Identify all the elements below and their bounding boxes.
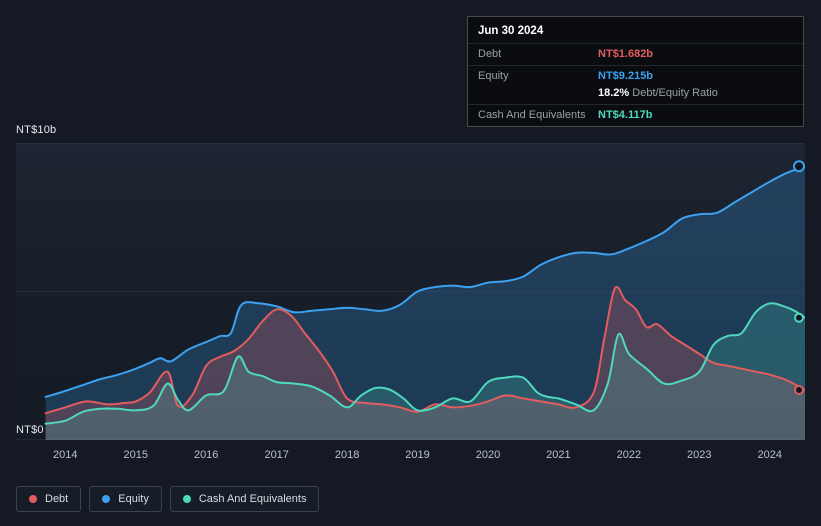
tooltip-ratio: 18.2% Debt/Equity Ratio xyxy=(598,87,793,99)
x-axis: 2014 2015 2016 2017 2018 2019 2020 2021 2022 2023… xyxy=(0,449,821,463)
debt-equity-history-panel: NT$10b NT$0 2014 2015 2016 2017 2018 2019 2020… xyxy=(0,0,821,526)
tooltip-row-equity: Equity NT$9.215b xyxy=(468,65,803,87)
tooltip-cash-label: Cash And Equivalents xyxy=(478,109,586,121)
x-axis-tick: 2014 xyxy=(53,449,78,461)
y-axis-label-max: NT$10b xyxy=(16,124,57,136)
tooltip-ratio-label: Debt/Equity Ratio xyxy=(632,87,718,99)
tooltip-row-ratio: 18.2% Debt/Equity Ratio xyxy=(468,87,803,104)
tooltip-equity-label: Equity xyxy=(478,70,509,82)
tooltip-equity-value: NT$9.215b xyxy=(598,70,654,82)
series-end-marker xyxy=(793,160,805,173)
equity-series-dot-icon xyxy=(102,495,111,503)
legend-item-label: Debt xyxy=(45,493,69,505)
x-axis-tick: 2019 xyxy=(405,449,430,461)
x-axis-tick: 2020 xyxy=(475,449,501,461)
tooltip-row-cash: Cash And Equivalents NT$4.117b xyxy=(468,104,803,126)
tooltip-cash-value: NT$4.117b xyxy=(598,109,653,121)
legend-item-debt[interactable]: Debt xyxy=(16,486,82,512)
chart-canvas[interactable] xyxy=(16,143,805,440)
chart-tooltip: Jun 30 2024 Debt NT$1.682b Equity NT$9.2… xyxy=(467,16,804,127)
tooltip-debt-label: Debt xyxy=(478,48,502,60)
tooltip-debt-value: NT$1.682b xyxy=(598,48,654,60)
x-axis-tick: 2022 xyxy=(616,449,642,461)
tooltip-date: Jun 30 2024 xyxy=(478,25,544,37)
debt-series-dot-icon xyxy=(29,495,37,503)
x-axis-tick: 2017 xyxy=(264,449,289,461)
cash-series-dot-icon xyxy=(182,495,191,503)
x-axis-tick: 2024 xyxy=(757,449,783,461)
legend-item-cash[interactable]: Cash And Equivalents xyxy=(169,486,320,512)
x-axis-tick: 2021 xyxy=(546,449,571,461)
x-axis-tick: 2016 xyxy=(193,449,219,461)
x-axis-tick: 2018 xyxy=(334,449,360,461)
series-end-marker xyxy=(794,312,804,323)
x-axis-tick: 2015 xyxy=(123,449,149,461)
tooltip-ratio-value: 18.2% xyxy=(598,87,630,99)
legend-item-label: Equity xyxy=(118,493,149,505)
x-axis-tick: 2023 xyxy=(687,449,712,461)
chart-legend: Debt Equity Cash And Equivalents xyxy=(16,486,320,512)
tooltip-row-debt: Debt NT$1.682b xyxy=(468,43,803,65)
legend-item-label: Cash And Equivalents xyxy=(198,493,307,505)
series-end-marker xyxy=(794,385,804,395)
legend-item-equity[interactable]: Equity xyxy=(89,486,162,512)
